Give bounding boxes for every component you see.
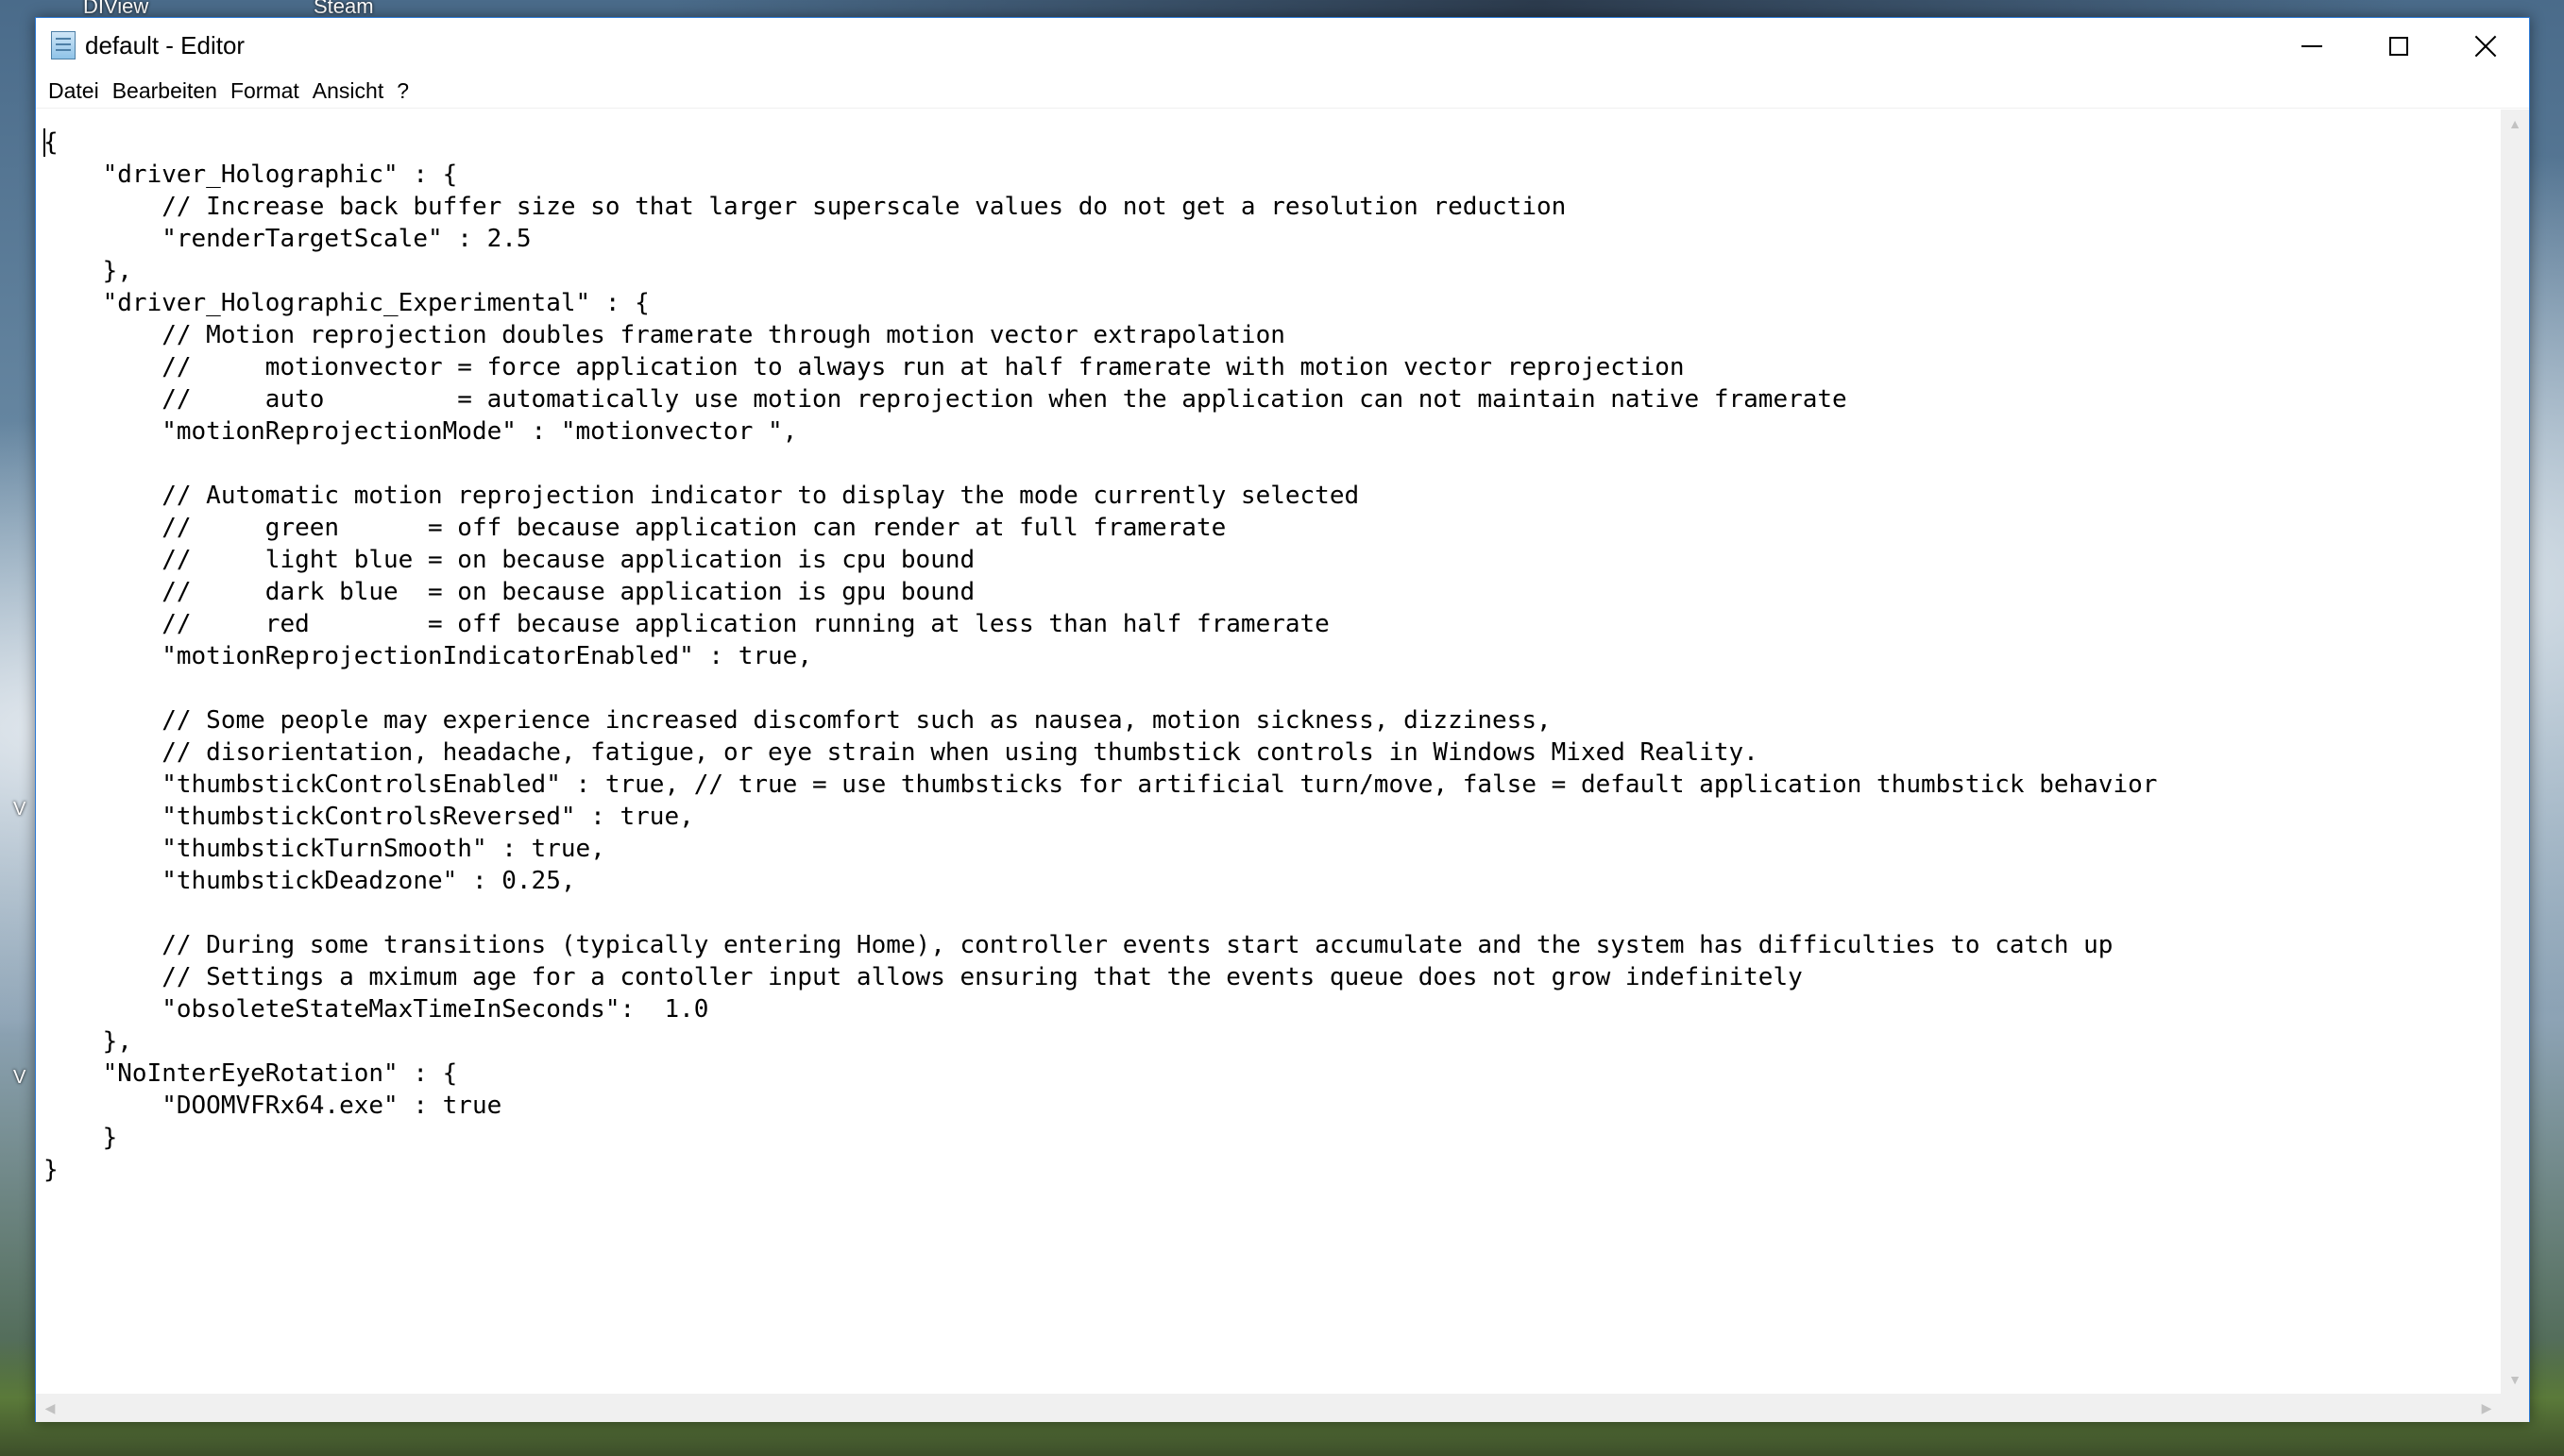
minimize-icon <box>2301 45 2322 47</box>
scroll-right-icon[interactable]: ▶ <box>2472 1394 2501 1422</box>
maximize-icon <box>2389 37 2408 56</box>
notepad-window: default - Editor Datei Bearbeiten Format… <box>35 17 2530 1422</box>
title-bar[interactable]: default - Editor <box>36 18 2529 75</box>
menu-item-ansicht[interactable]: Ansicht <box>306 76 390 106</box>
scrollbar-corner <box>2501 1394 2529 1422</box>
menu-item-bearbeiten[interactable]: Bearbeiten <box>106 76 224 106</box>
maximize-button[interactable] <box>2355 18 2442 75</box>
close-icon <box>2473 34 2498 59</box>
minimize-button[interactable] <box>2268 18 2355 75</box>
text-editor-area[interactable]: { "driver_Holographic" : { // Increase b… <box>36 110 2501 1394</box>
scroll-down-icon[interactable]: ▼ <box>2501 1365 2529 1394</box>
horizontal-scrollbar[interactable]: ◀ ▶ <box>36 1394 2501 1422</box>
close-button[interactable] <box>2442 18 2529 75</box>
text-caret <box>43 128 45 157</box>
menu-item-datei[interactable]: Datei <box>42 76 106 106</box>
scroll-up-icon[interactable]: ▲ <box>2501 110 2529 138</box>
editor-content[interactable]: { "driver_Holographic" : { // Increase b… <box>36 110 2501 1186</box>
vertical-scrollbar[interactable]: ▲ ▼ <box>2501 110 2529 1394</box>
notepad-icon[interactable] <box>51 31 76 59</box>
desktop-icon-label[interactable]: V <box>13 799 25 821</box>
desktop-icon-label[interactable]: Steam <box>314 0 374 19</box>
scroll-left-icon[interactable]: ◀ <box>36 1394 64 1422</box>
menu-bar: Datei Bearbeiten Format Ansicht ? <box>36 75 2529 109</box>
desktop-icon-label[interactable]: V <box>13 1067 25 1089</box>
menu-item-help[interactable]: ? <box>390 76 416 106</box>
window-title: default - Editor <box>85 31 246 59</box>
menu-item-format[interactable]: Format <box>224 76 306 106</box>
desktop-icon-label[interactable]: DIView <box>83 0 148 19</box>
